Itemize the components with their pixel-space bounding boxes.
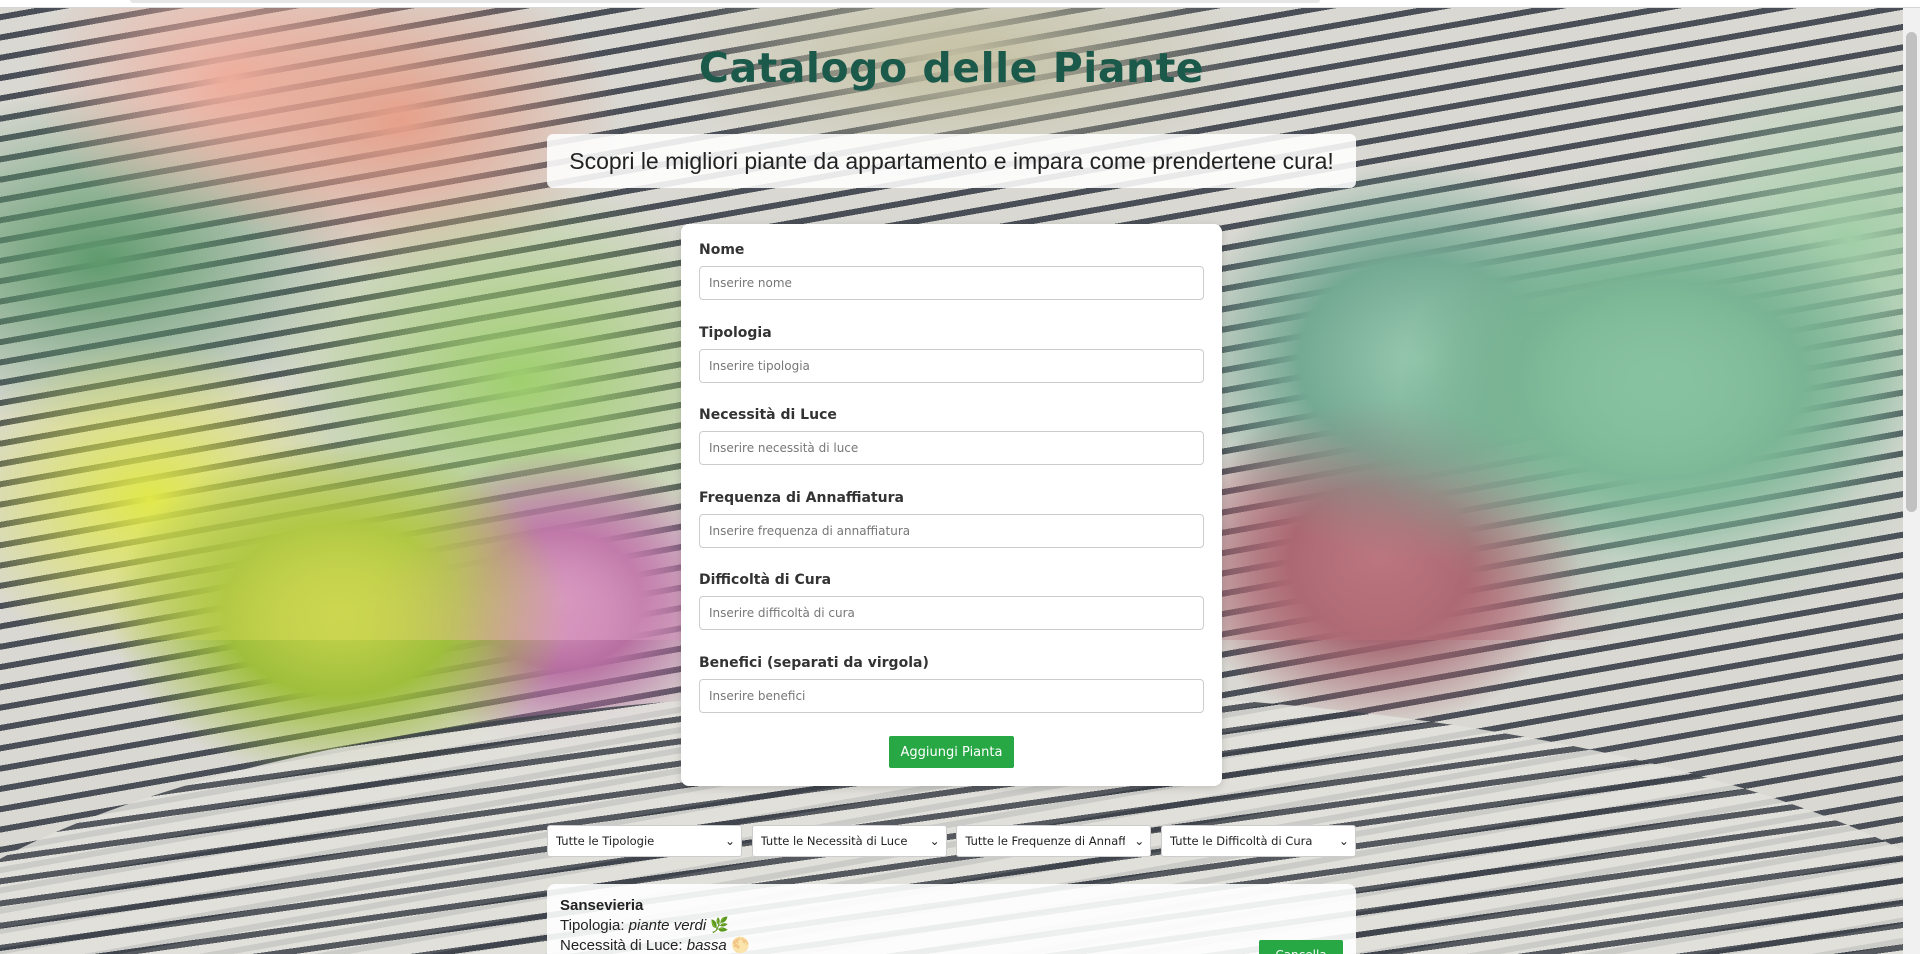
filter-difficulty-value: Tutte le Difficoltà di Cura (1169, 834, 1313, 848)
field-light: Necessità di Luce (699, 407, 1204, 490)
plant-type-value: piante verdi (628, 917, 707, 934)
field-label-light: Necessità di Luce (699, 407, 837, 423)
watering-input[interactable] (699, 513, 1204, 548)
filter-type-value: Tutte le Tipologie (556, 834, 655, 848)
plant-light-value: bassa (686, 937, 727, 954)
plant-type-line: Tipologia: piante verdi 🌿 (560, 916, 1343, 936)
chevron-down-icon: ⌄ (1134, 834, 1145, 848)
light-input[interactable] (699, 431, 1204, 465)
field-label-benefits: Benefici (separati da virgola) (699, 654, 929, 671)
field-name: Nome (699, 242, 1204, 325)
add-plant-form: Nome Tipologia Necessità di Luce Frequen… (681, 224, 1222, 786)
plant-type-label: Tipologia: (560, 917, 625, 934)
delete-plant-button[interactable]: Cancella (1259, 940, 1343, 954)
field-type: Tipologia (699, 325, 1204, 408)
benefits-input[interactable] (699, 678, 1204, 713)
moon-icon: 🌕 (730, 937, 750, 954)
filter-difficulty-select[interactable]: Tutte le Difficoltà di Cura ⌄ (1160, 825, 1356, 857)
plant-card: Sansevieria Tipologia: piante verdi 🌿 Ne… (547, 884, 1356, 954)
chevron-down-icon: ⌄ (1338, 834, 1349, 848)
field-label-watering: Frequenza di Annaffiatura (699, 489, 904, 506)
plant-name: Sansevieria (560, 897, 644, 914)
filter-light-value: Tutte le Necessità di Luce (760, 834, 908, 848)
chevron-down-icon: ⌄ (724, 834, 735, 848)
difficulty-input[interactable] (699, 596, 1204, 630)
field-label-difficulty: Difficoltà di Cura (699, 572, 832, 588)
filter-watering-value: Tutte le Frequenze di Annaffiatura (965, 834, 1126, 848)
chevron-down-icon: ⌄ (929, 834, 940, 848)
filter-watering-select[interactable]: Tutte le Frequenze di Annaffiatura ⌄ (956, 825, 1152, 857)
add-plant-button[interactable]: Aggiungi Pianta (889, 736, 1014, 768)
page-scrollbar[interactable] (1903, 8, 1920, 954)
subtitle-box: Scopri le migliori piante da appartament… (547, 134, 1356, 188)
name-input[interactable] (699, 266, 1204, 300)
page-subtitle: Scopri le migliori piante da appartament… (569, 147, 1334, 174)
scrollbar-thumb[interactable] (1906, 32, 1917, 512)
leaf-icon: 🌿 (710, 917, 730, 934)
field-difficulty: Difficoltà di Cura (699, 572, 1204, 655)
plant-light-label: Necessità di Luce: (560, 937, 683, 954)
type-input[interactable] (699, 348, 1204, 383)
filters-bar: Tutte le Tipologie ⌄ Tutte le Necessità … (547, 825, 1356, 857)
filter-light-select[interactable]: Tutte le Necessità di Luce ⌄ (751, 825, 947, 857)
browser-top-edge (0, 0, 1920, 8)
field-watering: Frequenza di Annaffiatura (699, 490, 1204, 573)
field-label-type: Tipologia (699, 324, 772, 341)
page-title: Catalogo delle Piante (698, 44, 1205, 92)
field-label-name: Nome (699, 242, 745, 258)
field-benefits: Benefici (separati da virgola) (699, 655, 1204, 738)
filter-type-select[interactable]: Tutte le Tipologie ⌄ (547, 825, 742, 857)
plant-light-line: Necessità di Luce: bassa 🌕 (560, 936, 1343, 954)
